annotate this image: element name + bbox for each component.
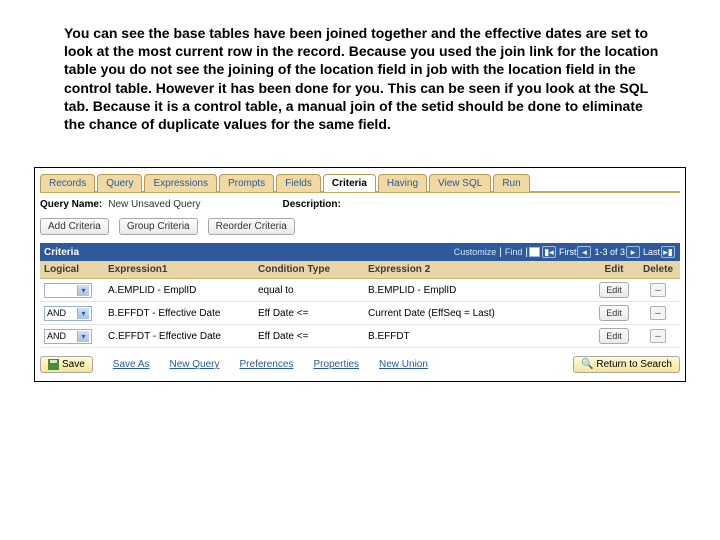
exp2-cell: Current Date (EffSeq = Last)	[364, 305, 592, 322]
logical-select[interactable]: ▾	[44, 283, 92, 298]
cond-cell: Eff Date <=	[254, 328, 364, 345]
nav-next-icon[interactable]: ▸	[626, 246, 640, 258]
query-name-label: Query Name:	[40, 199, 102, 210]
delete-icon[interactable]: –	[650, 329, 666, 343]
col-delete: Delete	[636, 261, 680, 278]
tab-query[interactable]: Query	[97, 174, 142, 192]
add-criteria-button[interactable]: Add Criteria	[40, 218, 109, 235]
nav-last-icon[interactable]: ▸▮	[661, 246, 675, 258]
grid-header-row: Logical Expression1 Condition Type Expre…	[40, 261, 680, 279]
table-row: AND ▾ B.EFFDT - Effective Date Eff Date …	[40, 302, 680, 325]
logical-value: AND	[47, 308, 66, 318]
table-row: AND ▾ C.EFFDT - Effective Date Eff Date …	[40, 325, 680, 348]
preferences-link[interactable]: Preferences	[240, 359, 294, 370]
table-row: ▾ A.EMPLID - EmplID equal to B.EMPLID - …	[40, 279, 680, 302]
nav-first-icon[interactable]: ▮◂	[542, 246, 556, 258]
save-button[interactable]: Save	[40, 356, 93, 373]
description-label: Description:	[283, 199, 341, 210]
chevron-down-icon: ▾	[77, 285, 89, 296]
edit-button[interactable]: Edit	[599, 282, 629, 298]
edit-button[interactable]: Edit	[599, 305, 629, 321]
exp2-cell: B.EFFDT	[364, 328, 592, 345]
grid-title: Criteria	[44, 247, 79, 258]
find-link[interactable]: Find	[505, 247, 523, 257]
reorder-criteria-button[interactable]: Reorder Criteria	[208, 218, 295, 235]
tab-records[interactable]: Records	[40, 174, 95, 192]
logical-select[interactable]: AND ▾	[44, 329, 92, 344]
return-to-search-button[interactable]: 🔍 Return to Search	[573, 356, 680, 373]
exp1-cell: B.EFFDT - Effective Date	[104, 305, 254, 322]
cond-cell: equal to	[254, 282, 364, 299]
tab-view-sql[interactable]: View SQL	[429, 174, 491, 192]
disk-icon	[48, 359, 59, 370]
tab-strip: Records Query Expressions Prompts Fields…	[40, 174, 680, 192]
grid-title-bar: Criteria Customize | Find | ▮◂ First ◂ 1…	[40, 243, 680, 261]
sep: |	[525, 247, 528, 258]
save-label: Save	[62, 359, 85, 370]
return-label: Return to Search	[596, 359, 672, 370]
new-union-link[interactable]: New Union	[379, 359, 428, 370]
exp1-cell: C.EFFDT - Effective Date	[104, 328, 254, 345]
nav-first-label: First	[559, 247, 577, 257]
tab-criteria[interactable]: Criteria	[323, 174, 376, 192]
sep: |	[499, 247, 502, 258]
search-icon: 🔍	[581, 359, 593, 370]
col-edit: Edit	[592, 261, 636, 278]
footer-bar: Save Save As New Query Preferences Prope…	[40, 356, 680, 373]
properties-link[interactable]: Properties	[313, 359, 359, 370]
save-as-link[interactable]: Save As	[113, 359, 150, 370]
nav-prev-icon[interactable]: ◂	[577, 246, 591, 258]
col-expression1: Expression1	[104, 261, 254, 278]
delete-icon[interactable]: –	[650, 306, 666, 320]
customize-link[interactable]: Customize	[454, 247, 497, 257]
tab-run[interactable]: Run	[493, 174, 529, 192]
logical-value: AND	[47, 331, 66, 341]
logical-select[interactable]: AND ▾	[44, 306, 92, 321]
col-logical: Logical	[40, 261, 104, 278]
nav-range: 1-3 of 3	[594, 247, 625, 257]
exp2-cell: B.EMPLID - EmplID	[364, 282, 592, 299]
new-query-link[interactable]: New Query	[170, 359, 220, 370]
col-condition: Condition Type	[254, 261, 364, 278]
tab-having[interactable]: Having	[378, 174, 427, 192]
chevron-down-icon: ▾	[77, 331, 89, 342]
group-criteria-button[interactable]: Group Criteria	[119, 218, 198, 235]
cond-cell: Eff Date <=	[254, 305, 364, 322]
query-designer-panel: Records Query Expressions Prompts Fields…	[34, 167, 686, 382]
exp1-cell: A.EMPLID - EmplID	[104, 282, 254, 299]
tab-expressions[interactable]: Expressions	[144, 174, 216, 192]
nav-last-label: Last	[643, 247, 660, 257]
query-name-value: New Unsaved Query	[108, 199, 200, 210]
spreadsheet-icon[interactable]	[529, 247, 540, 257]
delete-icon[interactable]: –	[650, 283, 666, 297]
intro-paragraph: You can see the base tables have been jo…	[64, 24, 684, 133]
chevron-down-icon: ▾	[77, 308, 89, 319]
tab-fields[interactable]: Fields	[276, 174, 321, 192]
col-expression2: Expression 2	[364, 261, 592, 278]
tab-prompts[interactable]: Prompts	[219, 174, 274, 192]
edit-button[interactable]: Edit	[599, 328, 629, 344]
